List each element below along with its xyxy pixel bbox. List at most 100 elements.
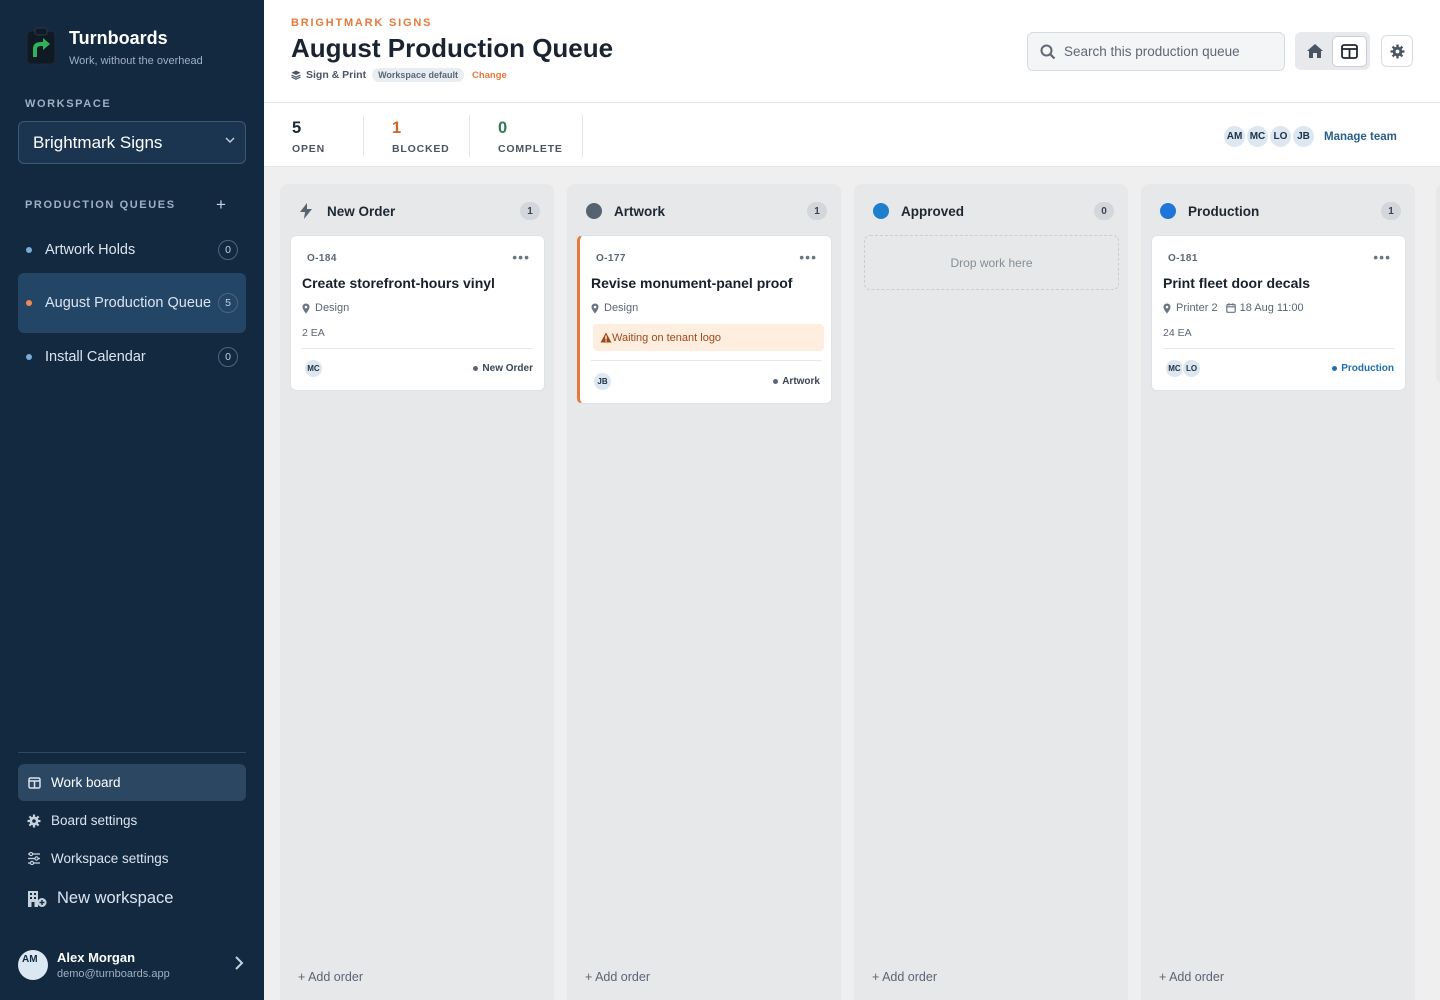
queue-label: August Production Queue — [45, 294, 212, 311]
more-icon[interactable]: ••• — [799, 249, 817, 265]
column-artwork: Artwork 1 O-177 ••• Revise monument-pane… — [567, 184, 841, 1000]
add-order-button[interactable]: + Add order — [585, 970, 650, 984]
avatar[interactable]: AM — [1222, 124, 1247, 149]
status-circle-icon — [586, 203, 602, 219]
gear-icon — [1390, 44, 1404, 58]
page-title: August Production Queue — [291, 33, 614, 63]
calendar-icon — [1225, 303, 1236, 313]
nav-label: Work board — [51, 775, 121, 790]
queue-count: 0 — [218, 240, 238, 260]
avatar[interactable]: MC — [1245, 124, 1270, 149]
avatar[interactable]: LO — [1182, 359, 1201, 378]
sidebar: Turnboards Work, without the overhead WO… — [0, 0, 264, 1000]
nav-board-settings[interactable]: Board settings — [18, 802, 246, 839]
status-circle-icon — [1160, 203, 1176, 219]
stat-complete: 0 COMPLETE — [498, 115, 583, 157]
status-label: Artwork — [782, 376, 820, 387]
stat-open: 5 OPEN — [292, 115, 364, 157]
order-meta: Design — [302, 302, 349, 314]
sliders-icon — [27, 852, 41, 866]
queue-count: 5 — [218, 293, 238, 313]
board-view-button[interactable] — [1332, 35, 1367, 67]
add-order-button[interactable]: + Add order — [1159, 970, 1224, 984]
nav-label: Workspace settings — [51, 851, 169, 866]
clipboard-logo-icon — [25, 27, 57, 65]
order-card-o181[interactable]: O-181 ••• Print fleet door decals Printe… — [1151, 235, 1406, 391]
workspace-eyebrow: BRIGHTMARK SIGNS — [291, 17, 433, 29]
drop-zone[interactable]: Drop work here — [864, 235, 1119, 290]
page-header: BRIGHTMARK SIGNS August Production Queue… — [264, 0, 1440, 103]
order-card-o177[interactable]: O-177 ••• Revise monument-panel proof De… — [577, 235, 832, 404]
order-id: O-184 — [307, 253, 337, 264]
template-name: Sign & Print — [306, 69, 367, 81]
search-input[interactable]: Search this production queue — [1027, 32, 1285, 71]
avatar[interactable]: LO — [1268, 124, 1293, 149]
status-circle-icon — [873, 203, 889, 219]
avatar[interactable]: JB — [1291, 124, 1316, 149]
home-view-button[interactable] — [1298, 36, 1332, 67]
avatar[interactable]: JB — [593, 372, 612, 391]
brand[interactable]: Turnboards Work, without the overhead — [25, 27, 203, 67]
card-divider — [1163, 348, 1394, 349]
board-template: Sign & Print Workspace default Change — [291, 68, 507, 82]
nav-workspace-settings[interactable]: Workspace settings — [18, 840, 246, 877]
stat-label: OPEN — [292, 143, 325, 155]
nav-new-workspace[interactable]: New workspace — [18, 880, 246, 917]
order-meta: Printer 2 18 Aug 11:00 — [1163, 302, 1304, 314]
workspace-select[interactable]: Brightmark Signs — [18, 121, 246, 164]
stat-value: 5 — [292, 119, 302, 137]
team-members: AM MC LO JB Manage team — [1222, 124, 1397, 149]
column-header: Artwork 1 — [586, 202, 827, 220]
status-badge: Artwork — [773, 376, 820, 387]
blocked-warning: Waiting on tenant logo — [593, 324, 824, 351]
column-new-order: New Order 1 O-184 ••• Create storefront-… — [280, 184, 554, 1000]
change-template-link[interactable]: Change — [472, 70, 507, 81]
column-title: Production — [1188, 203, 1260, 219]
more-icon[interactable]: ••• — [1373, 249, 1391, 265]
template-tag: Workspace default — [372, 68, 464, 82]
more-icon[interactable]: ••• — [512, 249, 530, 265]
queue-count: 0 — [218, 347, 238, 367]
column-partial — [1436, 184, 1440, 384]
column-title: New Order — [327, 203, 396, 219]
column-count: 1 — [1381, 202, 1401, 220]
order-due-date: 18 Aug 11:00 — [1239, 302, 1304, 314]
queue-item-august-production[interactable]: August Production Queue 5 — [18, 273, 246, 333]
location-pin-icon — [591, 303, 599, 314]
search-icon — [1040, 44, 1056, 60]
add-order-button[interactable]: + Add order — [298, 970, 363, 984]
search-placeholder: Search this production queue — [1064, 44, 1240, 59]
card-divider — [591, 360, 822, 361]
add-order-button[interactable]: + Add order — [872, 970, 937, 984]
avatar[interactable]: MC — [304, 359, 323, 378]
user-menu[interactable]: AM Alex Morgan demo@turnboards.app — [18, 948, 258, 984]
stat-label: COMPLETE — [498, 143, 563, 155]
nav-work-board[interactable]: Work board — [18, 764, 246, 801]
warning-text: Waiting on tenant logo — [612, 331, 722, 344]
board-icon — [27, 776, 41, 790]
queue-label: Install Calendar — [45, 348, 146, 365]
queue-item-artwork-holds[interactable]: Artwork Holds 0 — [18, 237, 246, 263]
add-queue-icon[interactable]: + — [216, 196, 226, 213]
order-card-o184[interactable]: O-184 ••• Create storefront-hours vinyl … — [290, 235, 545, 391]
user-name: Alex Morgan — [57, 950, 136, 965]
settings-button[interactable] — [1381, 35, 1413, 67]
status-badge: Production — [1332, 363, 1394, 374]
order-location: Printer 2 — [1176, 302, 1218, 314]
queue-dot — [26, 300, 32, 306]
column-title: Artwork — [614, 203, 666, 219]
location-pin-icon — [1163, 303, 1171, 314]
bolt-icon — [299, 203, 313, 219]
column-approved: Approved 0 Drop work here + Add order — [854, 184, 1128, 1000]
avatar: AM — [18, 950, 48, 980]
queue-item-install-calendar[interactable]: Install Calendar 0 — [18, 344, 246, 370]
board-icon — [1341, 43, 1359, 59]
app: Turnboards Work, without the overhead WO… — [0, 0, 1440, 1000]
manage-team-link[interactable]: Manage team — [1324, 131, 1397, 143]
stat-value: 1 — [392, 119, 402, 137]
column-title: Approved — [901, 203, 965, 219]
order-location: Design — [315, 302, 350, 314]
column-production: Production 1 O-181 ••• Print fleet door … — [1141, 184, 1415, 1000]
status-label: New Order — [482, 363, 533, 374]
chevron-right-icon — [234, 955, 244, 976]
